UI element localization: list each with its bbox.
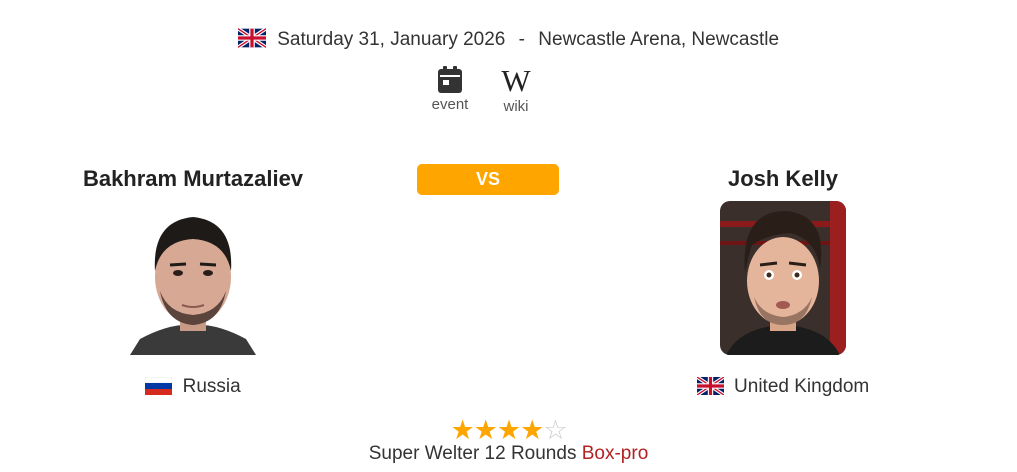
wiki-link[interactable]: W wiki <box>486 63 546 115</box>
star-filled-icon: ★ <box>473 415 498 445</box>
fighter-right-photo[interactable] <box>720 201 846 355</box>
vs-badge: VS <box>417 164 559 195</box>
wikipedia-icon: W <box>501 63 531 98</box>
fighter-left-country: Russia <box>63 376 323 398</box>
fighter-left-country-name: Russia <box>182 376 241 397</box>
star-filled-icon: ★ <box>520 415 544 445</box>
rating-stars: ★★★★☆ <box>0 416 1017 444</box>
event-separator: - <box>518 29 525 50</box>
star-filled-icon: ★ <box>450 415 474 445</box>
event-date: Saturday 31, January 2026 <box>277 29 506 50</box>
event-link[interactable]: event <box>420 66 480 113</box>
uk-flag-icon <box>236 27 267 54</box>
fighter-left-name[interactable]: Bakhram Murtazaliev <box>63 165 323 193</box>
fighter-right-country-name: United Kingdom <box>734 376 870 397</box>
fighter-right: Josh Kelly United Kingdom <box>653 165 913 397</box>
bout-category-link[interactable]: Box-pro <box>582 443 649 464</box>
fighter-right-country: United Kingdom <box>653 375 913 398</box>
bout-info: Super Welter 12 Rounds Box-pro <box>0 443 1017 465</box>
star-filled-icon: ★ <box>496 415 521 445</box>
calendar-icon <box>420 66 480 94</box>
event-venue: Newcastle Arena, Newcastle <box>538 29 780 50</box>
bout-description: Super Welter 12 Rounds <box>368 443 577 464</box>
uk-flag-icon <box>695 375 734 397</box>
event-link-label: event <box>431 96 469 113</box>
event-header: Saturday 31, January 2026 - Newcastle Ar… <box>0 27 1017 54</box>
event-links: event W wiki <box>0 63 1017 116</box>
star-empty-icon: ☆ <box>543 415 567 445</box>
russia-flag-icon <box>145 376 182 397</box>
wiki-link-label: wiki <box>503 98 529 115</box>
fighter-right-name[interactable]: Josh Kelly <box>653 165 913 193</box>
fighter-left: Bakhram Murtazaliev Russia <box>63 165 323 397</box>
fighter-left-photo[interactable] <box>130 201 256 355</box>
